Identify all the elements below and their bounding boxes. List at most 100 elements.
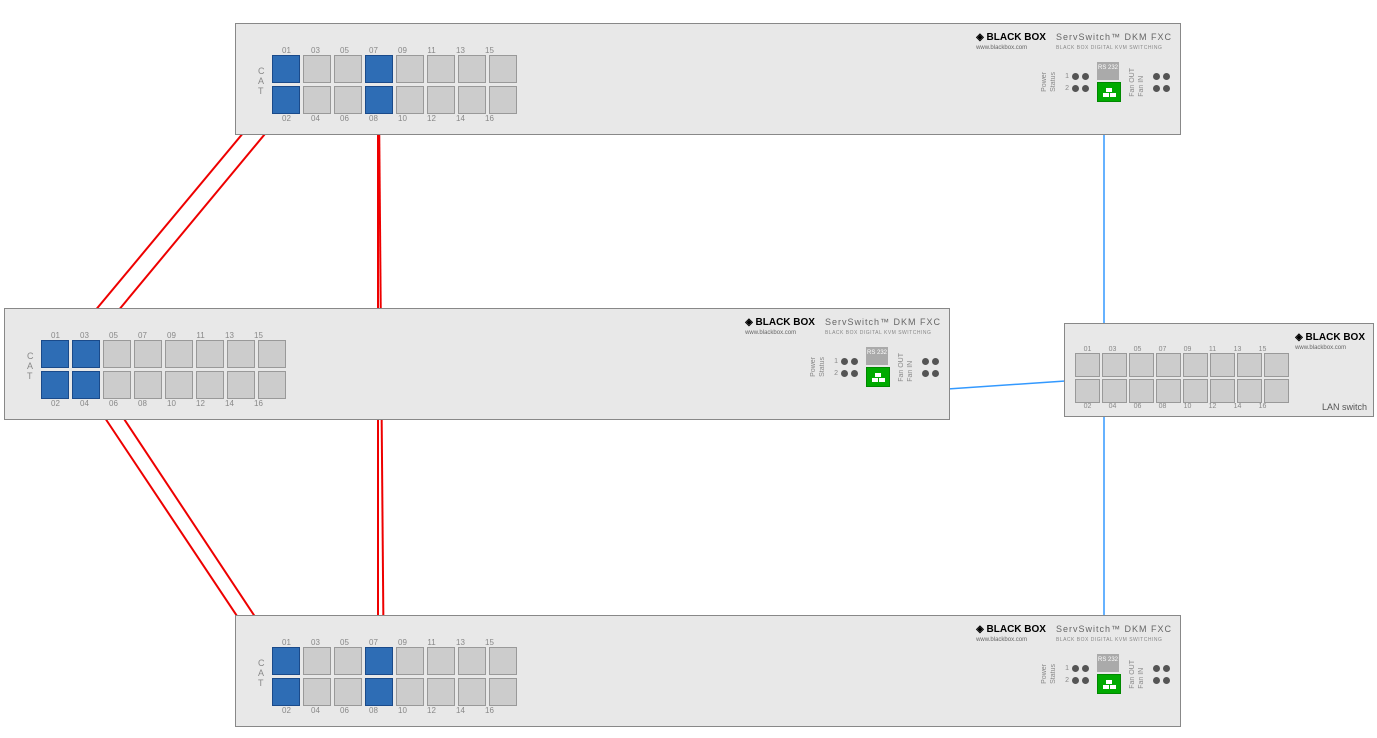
rs232-port[interactable]: RS 232 xyxy=(1097,654,1119,672)
led-indicator xyxy=(932,370,939,377)
port-11[interactable] xyxy=(427,55,455,83)
port-04[interactable] xyxy=(303,86,331,114)
port-13[interactable] xyxy=(458,55,486,83)
port-06[interactable] xyxy=(334,86,362,114)
port-01[interactable] xyxy=(41,340,69,368)
led-indicator xyxy=(841,358,848,365)
port-09[interactable] xyxy=(165,340,193,368)
port-05[interactable] xyxy=(103,340,131,368)
port-07[interactable] xyxy=(134,340,162,368)
lan-port-slot[interactable] xyxy=(1210,379,1235,403)
port-06[interactable] xyxy=(103,371,131,399)
led-indicator xyxy=(1072,85,1079,92)
lan-port-slot[interactable] xyxy=(1156,353,1181,377)
port-03[interactable] xyxy=(72,340,100,368)
port-label: 02 xyxy=(272,114,301,123)
port-02[interactable] xyxy=(272,678,300,706)
power-label: Power xyxy=(810,357,817,377)
lan-port-slot[interactable] xyxy=(1264,353,1289,377)
port-08[interactable] xyxy=(134,371,162,399)
port-11[interactable] xyxy=(427,647,455,675)
lan-port-slot[interactable] xyxy=(1102,379,1127,403)
led-num: 2 xyxy=(834,370,838,377)
port-03[interactable] xyxy=(303,55,331,83)
lan-port-slot[interactable] xyxy=(1237,379,1262,403)
port-15[interactable] xyxy=(258,340,286,368)
port-14[interactable] xyxy=(458,678,486,706)
port-16[interactable] xyxy=(489,86,517,114)
port-07[interactable] xyxy=(365,647,393,675)
lan-port[interactable] xyxy=(1097,674,1121,694)
port-07[interactable] xyxy=(365,55,393,83)
port-14[interactable] xyxy=(227,371,255,399)
port-12[interactable] xyxy=(427,678,455,706)
port-label: 11 xyxy=(417,46,446,55)
port-13[interactable] xyxy=(227,340,255,368)
port-08[interactable] xyxy=(365,86,393,114)
port-01[interactable] xyxy=(272,647,300,675)
port-16[interactable] xyxy=(489,678,517,706)
lan-port-slot[interactable] xyxy=(1129,353,1154,377)
port-15[interactable] xyxy=(489,55,517,83)
port-16[interactable] xyxy=(258,371,286,399)
port-05[interactable] xyxy=(334,647,362,675)
port-08[interactable] xyxy=(365,678,393,706)
status-label: Status xyxy=(819,357,826,377)
port-02[interactable] xyxy=(41,371,69,399)
brand-label: ◈ BLACK BOX xyxy=(1295,332,1365,343)
led-indicator xyxy=(1072,665,1079,672)
lan-port[interactable] xyxy=(866,367,890,387)
product-sub-label: BLACK BOX DIGITAL KVM SWITCHING xyxy=(825,330,941,336)
port-04[interactable] xyxy=(303,678,331,706)
lan-port[interactable] xyxy=(1097,82,1121,102)
port-04[interactable] xyxy=(72,371,100,399)
lan-port-slot[interactable] xyxy=(1183,379,1208,403)
port-15[interactable] xyxy=(489,647,517,675)
port-13[interactable] xyxy=(458,647,486,675)
port-10[interactable] xyxy=(396,86,424,114)
port-10[interactable] xyxy=(165,371,193,399)
port-label: 15 xyxy=(244,331,273,340)
led-indicator xyxy=(1153,677,1160,684)
lan-port-slot[interactable] xyxy=(1075,353,1100,377)
port-label: 10 xyxy=(1175,403,1200,410)
rs232-port[interactable]: RS 232 xyxy=(1097,62,1119,80)
lan-port-slot[interactable] xyxy=(1237,353,1262,377)
port-05[interactable] xyxy=(334,55,362,83)
port-03[interactable] xyxy=(303,647,331,675)
port-10[interactable] xyxy=(396,678,424,706)
led-num: 2 xyxy=(1065,677,1069,684)
port-09[interactable] xyxy=(396,55,424,83)
rs232-port[interactable]: RS 232 xyxy=(866,347,888,365)
lan-port-slot[interactable] xyxy=(1210,353,1235,377)
port-11[interactable] xyxy=(196,340,224,368)
lan-port-slot[interactable] xyxy=(1075,379,1100,403)
port-label: 16 xyxy=(1250,403,1275,410)
brand-label: ◈ BLACK BOX xyxy=(976,32,1046,43)
led-indicator xyxy=(1163,73,1170,80)
port-label: 04 xyxy=(1100,403,1125,410)
port-label: 04 xyxy=(301,706,330,715)
port-12[interactable] xyxy=(427,86,455,114)
port-06[interactable] xyxy=(334,678,362,706)
port-12[interactable] xyxy=(196,371,224,399)
lan-switch-label: LAN switch xyxy=(1322,402,1367,412)
network-icon xyxy=(1103,685,1109,689)
port-label: 06 xyxy=(330,706,359,715)
brand-sub-label: www.blackbox.com xyxy=(976,45,1046,51)
port-02[interactable] xyxy=(272,86,300,114)
led-indicator xyxy=(841,370,848,377)
port-label: 05 xyxy=(330,638,359,647)
port-01[interactable] xyxy=(272,55,300,83)
lan-port-slot[interactable] xyxy=(1183,353,1208,377)
cat-label: CAT xyxy=(258,66,265,96)
port-label: 01 xyxy=(272,638,301,647)
port-label: 02 xyxy=(272,706,301,715)
brand-label: ◈ BLACK BOX xyxy=(976,624,1046,635)
lan-port-slot[interactable] xyxy=(1156,379,1181,403)
port-09[interactable] xyxy=(396,647,424,675)
port-14[interactable] xyxy=(458,86,486,114)
lan-port-slot[interactable] xyxy=(1129,379,1154,403)
lan-port-slot[interactable] xyxy=(1102,353,1127,377)
lan-port-slot[interactable] xyxy=(1264,379,1289,403)
